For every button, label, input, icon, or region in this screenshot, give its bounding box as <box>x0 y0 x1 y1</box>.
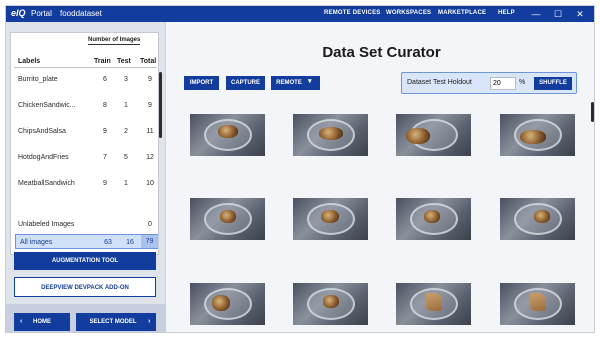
image-thumbnail[interactable] <box>500 283 575 325</box>
holdout-percent-unit: % <box>519 79 526 86</box>
all-images-train: 63 <box>104 239 112 246</box>
shuffle-button[interactable]: SHUFFLE <box>534 77 572 90</box>
train-count: 9 <box>103 128 107 135</box>
image-thumbnail[interactable] <box>190 198 265 240</box>
all-images-label: All images <box>20 239 53 246</box>
all-images-total: 79 <box>141 235 158 248</box>
gallery-scrollbar[interactable] <box>591 102 594 122</box>
test-count: 1 <box>124 180 128 187</box>
label-name: Burrito_plate <box>18 76 58 83</box>
sidebar: Number of Images Labels Train Test Total… <box>6 22 166 332</box>
total-column-header: Total <box>140 58 157 65</box>
test-count: 3 <box>124 76 128 83</box>
train-count: 9 <box>103 180 107 187</box>
app-window: eIQ Portal fooddataset REMOTE DEVICES WO… <box>5 5 595 333</box>
header-divider <box>14 67 157 68</box>
main-content: Data Set Curator IMPORT CAPTURE REMOTE ▾… <box>167 22 594 332</box>
deepview-devpack-addon-button[interactable]: DEEPVIEW DEVPACK ADD-ON <box>14 277 156 297</box>
dataset-name: fooddataset <box>60 9 102 18</box>
unlabeled-total: 0 <box>148 221 152 228</box>
portal-label: Portal <box>31 9 52 18</box>
holdout-label: Dataset Test Holdout <box>407 79 472 86</box>
image-thumbnail[interactable] <box>396 114 471 156</box>
label-count-table: Number of Images Labels Train Test Total… <box>10 32 159 255</box>
augmentation-tool-button[interactable]: AUGMENTATION TOOL <box>14 252 156 270</box>
holdout-input[interactable] <box>490 77 516 90</box>
unlabeled-label: Unlabeled Images <box>18 221 75 228</box>
select-model-label: SELECT MODEL <box>89 319 137 325</box>
train-count: 6 <box>103 76 107 83</box>
eiq-logo: eIQ <box>11 8 26 18</box>
label-name: ChickenSandwic... <box>18 102 76 109</box>
home-button-label: HOME <box>33 319 51 325</box>
total-count: 11 <box>146 128 154 135</box>
image-thumbnail[interactable] <box>190 114 265 156</box>
total-count: 10 <box>146 180 154 187</box>
image-thumbnail[interactable] <box>293 198 368 240</box>
label-row[interactable]: Burrito_plate 6 3 9 <box>11 76 158 98</box>
page-title: Data Set Curator <box>322 44 441 61</box>
image-thumbnail[interactable] <box>500 198 575 240</box>
number-of-images-header: Number of Images <box>88 37 141 45</box>
minimize-icon[interactable]: — <box>530 8 542 20</box>
image-thumbnail[interactable] <box>190 283 265 325</box>
image-thumbnail[interactable] <box>396 198 471 240</box>
test-count: 1 <box>124 102 128 109</box>
train-count: 7 <box>103 154 107 161</box>
maximize-icon[interactable]: ☐ <box>552 8 564 20</box>
sidebar-footer: ‹ HOME SELECT MODEL › <box>6 304 166 332</box>
remote-dropdown-button[interactable]: REMOTE ▾ <box>271 76 320 90</box>
label-name: MeatballSandwich <box>18 180 75 187</box>
chevron-down-icon: ▾ <box>308 78 312 85</box>
capture-button[interactable]: CAPTURE <box>226 76 265 90</box>
import-button[interactable]: IMPORT <box>184 76 219 90</box>
nav-remote-devices[interactable]: REMOTE DEVICES <box>324 10 380 16</box>
image-thumbnail[interactable] <box>500 114 575 156</box>
labels-column-header: Labels <box>18 58 41 65</box>
title-bar: eIQ Portal fooddataset REMOTE DEVICES WO… <box>6 6 594 22</box>
label-list-scrollbar[interactable] <box>159 72 162 138</box>
total-count: 9 <box>148 102 152 109</box>
all-images-row[interactable]: All images 63 16 79 <box>15 234 158 249</box>
label-name: HotdogAndFries <box>18 154 69 161</box>
test-holdout-panel: Dataset Test Holdout % SHUFFLE <box>401 72 577 94</box>
train-column-header: Train <box>94 58 111 65</box>
label-row[interactable]: MeatballSandwich 9 1 10 <box>11 180 158 202</box>
chevron-right-icon: › <box>148 318 151 325</box>
image-thumbnail[interactable] <box>293 114 368 156</box>
select-model-button[interactable]: SELECT MODEL › <box>76 313 156 331</box>
image-thumbnail[interactable] <box>293 283 368 325</box>
train-count: 8 <box>103 102 107 109</box>
label-row[interactable]: ChickenSandwic... 8 1 9 <box>11 102 158 124</box>
home-button[interactable]: ‹ HOME <box>14 313 70 331</box>
test-count: 5 <box>124 154 128 161</box>
nav-marketplace[interactable]: MARKETPLACE <box>438 10 486 16</box>
remote-button-label: REMOTE <box>276 80 302 86</box>
label-row[interactable]: ChipsAndSalsa 9 2 11 <box>11 128 158 150</box>
label-row[interactable]: HotdogAndFries 7 5 12 <box>11 154 158 176</box>
test-count: 2 <box>124 128 128 135</box>
image-thumbnail[interactable] <box>396 283 471 325</box>
close-icon[interactable]: ✕ <box>574 8 586 20</box>
total-count: 9 <box>148 76 152 83</box>
test-column-header: Test <box>117 58 131 65</box>
all-images-test: 16 <box>126 239 134 246</box>
total-count: 12 <box>146 154 154 161</box>
label-name: ChipsAndSalsa <box>18 128 66 135</box>
nav-help[interactable]: HELP <box>498 10 515 16</box>
nav-workspaces[interactable]: WORKSPACES <box>386 10 431 16</box>
